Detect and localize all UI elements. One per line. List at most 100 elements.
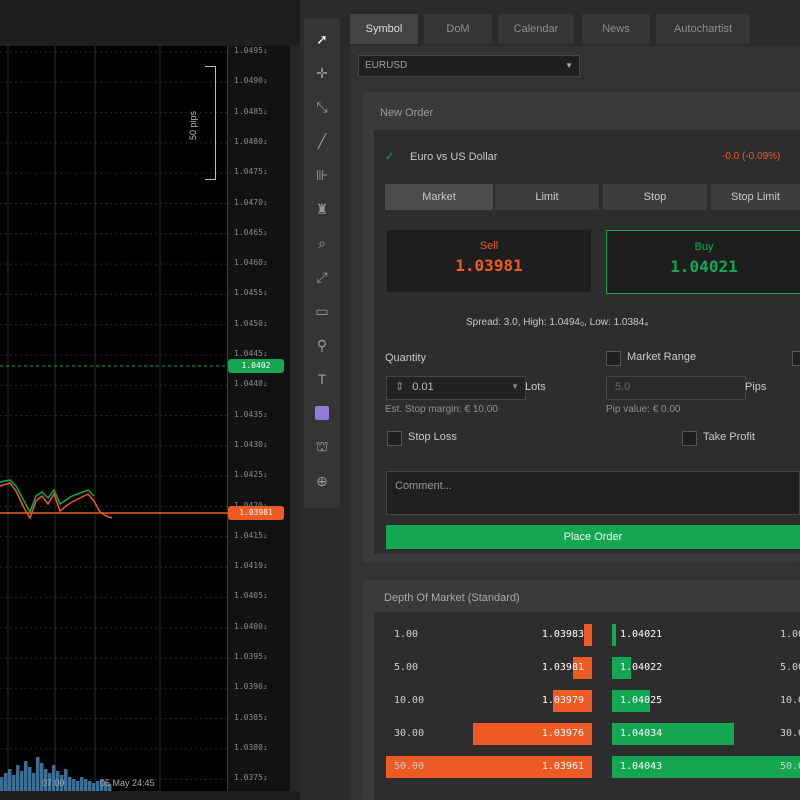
sell-button[interactable]: Sell 1.03981 bbox=[387, 230, 591, 292]
dom-price: 1.03983 bbox=[541, 629, 584, 640]
symbol-select-value: EURUSD bbox=[365, 60, 408, 71]
volume-bar bbox=[68, 777, 72, 791]
price-tick-label: 1.0455₂ bbox=[234, 288, 268, 298]
volume-bar bbox=[72, 779, 76, 791]
volume-bar bbox=[80, 777, 84, 791]
dom-price: 1.04025 bbox=[620, 695, 663, 706]
dom-depth-bar bbox=[612, 624, 616, 646]
dom-sell-row[interactable]: 1.00 1.03983 bbox=[386, 624, 592, 646]
brush-icon[interactable]: ⌕ bbox=[309, 230, 335, 256]
measure-icon[interactable]: ⤢ bbox=[309, 264, 335, 290]
tab-autochartist[interactable]: Autochartist bbox=[656, 14, 750, 44]
price-chart[interactable] bbox=[0, 46, 228, 791]
dom-volume: 10.00 bbox=[780, 695, 800, 706]
pips-label: Pips bbox=[745, 381, 767, 393]
dom-volume: 10.00 bbox=[394, 695, 425, 706]
volume-bar bbox=[20, 771, 24, 791]
dom-buy-row[interactable]: 1.04034 30.00 bbox=[612, 723, 800, 745]
volume-bar bbox=[88, 781, 92, 791]
drawing-toolbar: ➚ ✛ ⤡ ╱ ⊪ ♜ ⌕ ⤢ ▭ ⚲ T ⛫ ⊕ bbox=[304, 18, 340, 508]
sell-label: Sell bbox=[479, 240, 499, 252]
comment-field[interactable]: Comment... bbox=[386, 471, 800, 515]
instrument-name: Euro vs US Dollar bbox=[410, 151, 498, 163]
tab-symbol[interactable]: Symbol bbox=[350, 14, 418, 44]
dom-price: 1.04021 bbox=[620, 629, 663, 640]
tab-calendar[interactable]: Calendar bbox=[498, 14, 574, 44]
dom-volume: 50.00 bbox=[394, 761, 425, 772]
quantity-label: Quantity bbox=[385, 352, 426, 364]
trash-icon[interactable]: ⊕ bbox=[309, 468, 335, 494]
dom-volume: 50.00 bbox=[780, 761, 800, 772]
dom-buy-row[interactable]: 1.04043 50.00 bbox=[612, 756, 800, 778]
price-tick-label: 1.0495₂ bbox=[234, 46, 268, 55]
text-icon[interactable]: T bbox=[309, 366, 335, 392]
color-swatch-icon[interactable] bbox=[309, 400, 335, 426]
chart-canvas[interactable] bbox=[0, 46, 228, 791]
pattern-icon[interactable]: ♜ bbox=[309, 196, 335, 222]
price-tick-label: 1.0485₂ bbox=[234, 106, 268, 116]
chart-area[interactable]: 1.0495₂ 1.0490₂ 1.0485₂ 1.0480₂ 1.0475₂ 1.047… bbox=[0, 0, 300, 800]
order-type-stop[interactable]: Stop bbox=[603, 184, 707, 210]
place-order-button[interactable]: Place Order bbox=[386, 525, 800, 549]
price-axis[interactable]: 1.0495₂ 1.0490₂ 1.0485₂ 1.0480₂ 1.0475₂ 1.047… bbox=[228, 46, 290, 791]
buy-price: 1.04021 bbox=[670, 257, 738, 276]
buy-button[interactable]: Buy 1.04021 bbox=[606, 230, 800, 294]
callout-icon[interactable]: ▭ bbox=[309, 298, 335, 324]
dom-price: 1.04034 bbox=[620, 728, 663, 739]
dom-price: 1.03981 bbox=[541, 662, 584, 673]
order-type-stop-limit[interactable]: Stop Limit bbox=[711, 184, 800, 210]
fibonacci-icon[interactable]: ⊪ bbox=[309, 162, 335, 188]
stop-margin-text: Est. Stop margin: € 10.00 bbox=[385, 404, 498, 415]
order-type-limit[interactable]: Limit bbox=[495, 184, 599, 210]
symbol-select[interactable]: EURUSD ▼ bbox=[358, 55, 580, 77]
volume-bar bbox=[84, 779, 88, 791]
magnet-icon[interactable]: ⚲ bbox=[309, 332, 335, 358]
tab-news[interactable]: News bbox=[582, 14, 650, 44]
trendline-icon[interactable]: ╱ bbox=[309, 128, 335, 154]
lots-label: Lots bbox=[525, 381, 546, 393]
extra-option-checkbox[interactable] bbox=[792, 351, 800, 366]
dom-price: 1.03961 bbox=[541, 761, 584, 772]
crosshair-icon[interactable]: ✛ bbox=[309, 60, 335, 86]
dom-volume: 30.00 bbox=[780, 728, 800, 739]
price-tick-label: 1.0435₂ bbox=[234, 409, 268, 419]
tab-dom[interactable]: DoM bbox=[424, 14, 492, 44]
zoom-icon[interactable]: ⤡ bbox=[309, 94, 335, 120]
volume-bar bbox=[28, 767, 32, 791]
dom-sell-row[interactable]: 30.00 1.03976 bbox=[386, 723, 592, 745]
order-type-market[interactable]: Market bbox=[385, 184, 493, 210]
dom-sell-row[interactable]: 5.00 1.03981 bbox=[386, 657, 592, 679]
chevron-down-icon[interactable]: ▼ bbox=[511, 377, 519, 397]
volume-bar bbox=[96, 781, 100, 791]
dom-sell-row[interactable]: 10.00 1.03979 bbox=[386, 690, 592, 712]
take-profit-checkbox[interactable] bbox=[682, 431, 697, 446]
instrument-change: -0.0 (-0.09%) bbox=[722, 151, 781, 162]
volume-bar bbox=[8, 769, 12, 791]
time-axis-label: 07:00 bbox=[42, 778, 65, 788]
sell-price: 1.03981 bbox=[455, 256, 523, 275]
check-icon: ✓ bbox=[385, 151, 395, 163]
quantity-field[interactable]: ⇕ 0.01 ▼ bbox=[386, 376, 526, 400]
dom-buy-row[interactable]: 1.04025 10.00 bbox=[612, 690, 800, 712]
buy-price-tag: 1.0402 bbox=[228, 359, 284, 373]
chevron-down-icon: ▼ bbox=[565, 61, 573, 70]
price-line-bid bbox=[0, 479, 95, 514]
stepper-icon[interactable]: ⇕ bbox=[395, 381, 404, 393]
volume-bar bbox=[0, 777, 4, 791]
price-tick-label: 1.0440₂ bbox=[234, 379, 268, 389]
pips-field[interactable]: 5.0 bbox=[606, 376, 746, 400]
price-tick-label: 1.0480₂ bbox=[234, 136, 268, 146]
market-range-checkbox[interactable] bbox=[606, 351, 621, 366]
volume-bar bbox=[12, 775, 16, 791]
lock-icon[interactable]: ⛫ bbox=[309, 434, 335, 460]
dom-sell-row[interactable]: 50.00 1.03961 bbox=[386, 756, 592, 778]
price-tick-label: 1.0490₂ bbox=[234, 76, 268, 86]
cursor-icon[interactable]: ➚ bbox=[309, 26, 335, 52]
price-tick-label: 1.0400₂ bbox=[234, 621, 268, 631]
dom-buy-row[interactable]: 1.04022 5.00 bbox=[612, 657, 800, 679]
dom-price: 1.03976 bbox=[541, 728, 584, 739]
dom-price: 1.04022 bbox=[620, 662, 663, 673]
chart-scrollbar[interactable] bbox=[290, 46, 300, 791]
dom-buy-row[interactable]: 1.04021 1.00 bbox=[612, 624, 800, 646]
stop-loss-checkbox[interactable] bbox=[387, 431, 402, 446]
